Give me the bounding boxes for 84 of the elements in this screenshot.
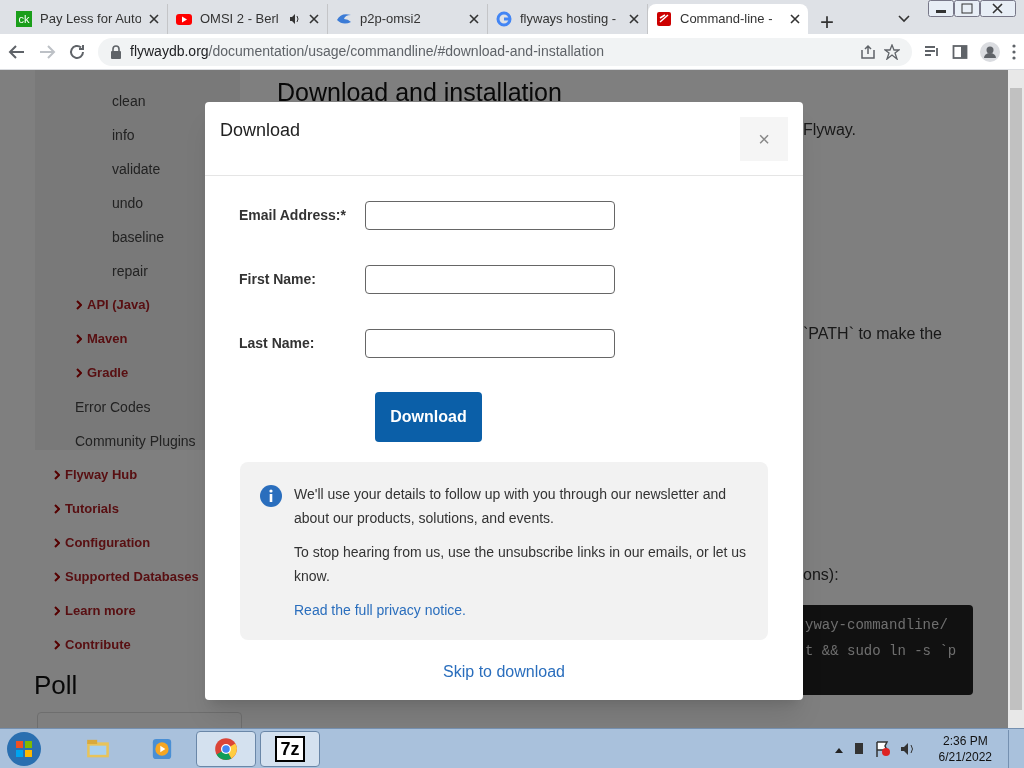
- sidebar-item[interactable]: Contribute: [52, 628, 199, 662]
- sidebar-item[interactable]: Supported Databases: [52, 560, 199, 594]
- chevron-down-icon[interactable]: [898, 15, 910, 23]
- sidebar-item[interactable]: Maven: [52, 322, 199, 356]
- taskbar-app-button[interactable]: 7z: [260, 730, 320, 767]
- app-label: 7z: [275, 735, 305, 762]
- sidebar-item[interactable]: info: [52, 118, 199, 152]
- input-field[interactable]: [365, 265, 615, 294]
- sidebar-item[interactable]: Gradle: [52, 356, 199, 390]
- scrollbar[interactable]: [1008, 70, 1024, 728]
- code-line: t && sudo ln -s `p: [805, 642, 957, 661]
- sidebar-item[interactable]: Tutorials: [52, 492, 199, 526]
- chevron-right-icon: [76, 368, 82, 378]
- chevron-right-icon: [76, 300, 82, 310]
- side-panel-icon[interactable]: [952, 43, 968, 60]
- tab-title: Command-line -: [680, 10, 774, 29]
- privacy-link[interactable]: Read the full privacy notice.: [294, 598, 748, 622]
- sidebar-item[interactable]: Configuration: [52, 526, 199, 560]
- favicon-icon: ck: [16, 11, 32, 27]
- reload-icon[interactable]: [68, 42, 86, 61]
- field-label: First Name:: [239, 270, 318, 289]
- taskbar-app-button[interactable]: [196, 730, 256, 767]
- sidebar-item[interactable]: Error Codes: [52, 390, 199, 424]
- body-text: Flyway.: [803, 120, 857, 140]
- sidebar-item[interactable]: baseline: [52, 220, 199, 254]
- body-text: `PATH` to make the: [803, 324, 942, 344]
- body-text: ons):: [803, 565, 839, 585]
- sidebar-item[interactable]: Community Plugins: [52, 424, 199, 458]
- url-text: flywaydb.org/documentation/usage/commandline/#download-and-installation: [130, 42, 605, 61]
- sidebar-item[interactable]: Learn more: [52, 594, 199, 628]
- tab-title: OMSI 2 - Berl: [200, 10, 280, 29]
- sidebar-item[interactable]: Flyway Hub: [52, 458, 199, 492]
- section-heading: Download and installation: [277, 77, 562, 108]
- new-tab-button[interactable]: +: [812, 4, 842, 34]
- input-field[interactable]: [365, 201, 615, 230]
- sidebar-item[interactable]: repair: [52, 254, 199, 288]
- menu-icon[interactable]: [1012, 43, 1016, 60]
- close-icon[interactable]: [469, 14, 479, 24]
- sidebar-item[interactable]: undo: [52, 186, 199, 220]
- field-label: Last Name:: [239, 334, 316, 353]
- profile-icon[interactable]: [980, 41, 1000, 62]
- window-controls-drawing[interactable]: [928, 0, 1016, 18]
- favicon-icon: [656, 11, 672, 27]
- sidebar-item[interactable]: clean: [52, 84, 199, 118]
- chevron-right-icon: [76, 334, 82, 344]
- close-icon[interactable]: [629, 14, 639, 24]
- clock-time: 2:36 PM: [942, 732, 988, 749]
- sidebar-item[interactable]: validate: [52, 152, 199, 186]
- modal-title: Download: [220, 119, 301, 142]
- clock-date: 6/21/2022: [938, 748, 992, 765]
- lock-icon: [110, 44, 122, 59]
- input-field[interactable]: [365, 329, 615, 358]
- close-icon[interactable]: [790, 14, 800, 24]
- chevron-right-icon: [54, 572, 60, 582]
- favicon-icon: [336, 11, 352, 27]
- notice-text: We'll use your details to follow up with you through our newsletter and about our products, solutions, and events.: [294, 485, 727, 528]
- notice-text: To stop hearing from us, use the unsubscribe links in our emails, or let us know.: [294, 543, 748, 586]
- skip-link[interactable]: Skip to download: [443, 660, 565, 684]
- close-icon[interactable]: [149, 14, 159, 24]
- tab-title: flyways hosting -: [520, 10, 618, 29]
- back-icon[interactable]: [8, 42, 26, 61]
- chevron-right-icon: [54, 470, 60, 480]
- chevron-right-icon: [54, 504, 60, 514]
- chevron-right-icon: [54, 640, 60, 650]
- start-button[interactable]: [4, 729, 44, 768]
- close-icon[interactable]: [309, 14, 319, 24]
- close-button[interactable]: ×: [740, 117, 788, 161]
- star-icon[interactable]: [884, 43, 900, 60]
- share-icon[interactable]: [860, 43, 876, 60]
- favicon-icon: [496, 11, 512, 27]
- browser-tab[interactable]: Command-line -: [648, 4, 808, 34]
- sidebar-item[interactable]: API (Java): [52, 288, 199, 322]
- favicon-icon: [176, 11, 192, 27]
- field-label: Email Address:*: [239, 206, 347, 225]
- poll-heading: Poll: [34, 669, 78, 702]
- speaker-icon[interactable]: [289, 13, 301, 25]
- chevron-right-icon: [54, 606, 60, 616]
- chevron-right-icon: [54, 538, 60, 548]
- tab-title: Pay Less for Auto: [40, 10, 141, 29]
- tab-title: p2p-omsi2: [360, 10, 422, 29]
- info-icon: [260, 485, 282, 507]
- code-line: yway-commandline/: [805, 616, 948, 635]
- address-bar[interactable]: flywaydb.org/documentation/usage/commandline/#download-and-installation: [98, 37, 912, 66]
- download-button[interactable]: Download: [375, 392, 482, 442]
